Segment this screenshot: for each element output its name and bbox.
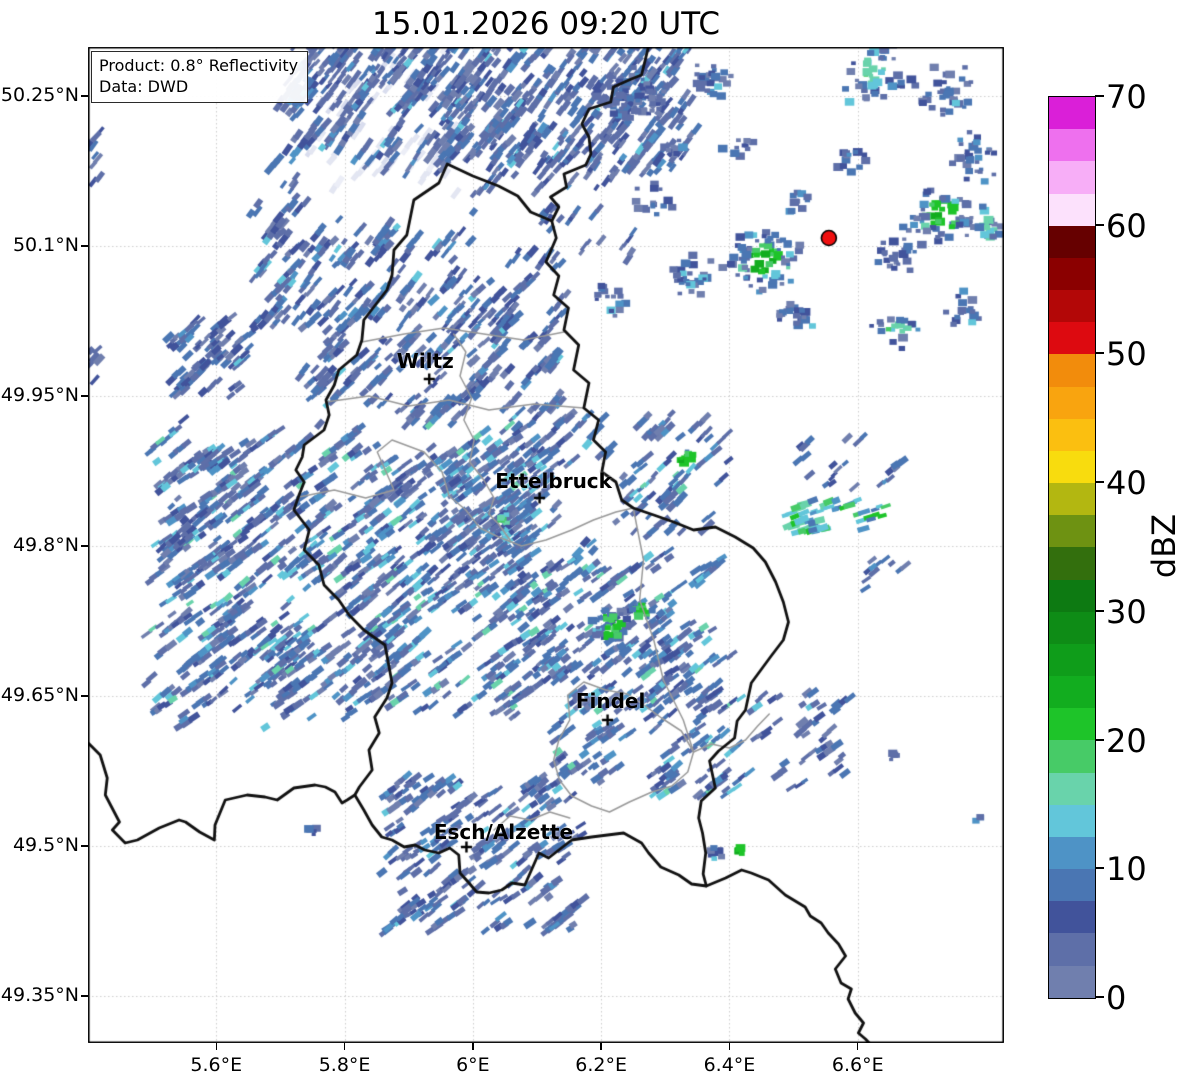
colorbar-segment	[1049, 290, 1095, 323]
colorbar-tick-label: 30	[1106, 592, 1147, 631]
product-info-box: Product: 0.8° Reflectivity Data: DWD	[91, 51, 309, 104]
colorbar-tick	[1095, 609, 1104, 612]
city-label-findel: Findel	[575, 689, 646, 713]
colorbar-tick	[1095, 867, 1104, 870]
y-tick-label: 49.35°N	[0, 984, 79, 1006]
y-tick-label: 49.65°N	[0, 684, 79, 706]
colorbar-tick	[1095, 996, 1104, 998]
x-tick-label: 5.8°E	[318, 1054, 371, 1076]
x-axis-tick	[600, 1043, 602, 1050]
x-axis-tick	[728, 1043, 731, 1050]
x-axis-tick	[472, 1043, 474, 1050]
y-axis-tick	[81, 995, 88, 997]
colorbar-segment	[1049, 676, 1095, 709]
colorbar-segment	[1049, 772, 1095, 805]
colorbar-segment	[1049, 322, 1095, 355]
y-axis-tick	[81, 545, 88, 547]
y-axis-tick	[81, 245, 88, 247]
radar-map-canvas	[88, 47, 1004, 1043]
colorbar-segment	[1049, 708, 1095, 741]
colorbar-segment	[1049, 804, 1095, 837]
product-label: Product: 0.8° Reflectivity	[99, 56, 299, 75]
colorbar-segment	[1049, 483, 1095, 516]
y-tick-label: 49.95°N	[0, 384, 79, 406]
colorbar-tick-label: 40	[1106, 464, 1147, 503]
colorbar-tick	[1095, 352, 1104, 355]
y-tick-label: 49.5°N	[12, 834, 79, 856]
colorbar-tick-label: 20	[1106, 721, 1147, 760]
colorbar-segment	[1049, 257, 1095, 291]
colorbar-segment	[1049, 965, 1095, 998]
y-axis-tick	[81, 395, 88, 397]
colorbar-segment	[1049, 354, 1095, 387]
x-tick-label: 6°E	[456, 1054, 490, 1076]
radar-figure: 15.01.2026 09:20 UTC Product: 0.8° Refle…	[0, 0, 1184, 1081]
colorbar-tick-label: 60	[1106, 206, 1147, 245]
data-source-label: Data: DWD	[99, 77, 189, 97]
x-tick-label: 5.6°E	[190, 1054, 243, 1076]
colorbar-segment	[1049, 386, 1095, 419]
x-tick-label: 6.6°E	[831, 1054, 884, 1076]
colorbar-segment	[1049, 97, 1095, 130]
city-label-wiltz: Wiltz	[396, 349, 454, 373]
colorbar-segment	[1049, 161, 1095, 194]
x-tick-label: 6.4°E	[703, 1054, 756, 1076]
y-axis-tick	[81, 95, 88, 97]
y-tick-label: 50.25°N	[0, 84, 79, 106]
y-axis-tick	[81, 845, 88, 847]
colorbar-segment	[1049, 869, 1095, 902]
colorbar-segment	[1049, 515, 1095, 548]
city-label-ettelbruck: Ettelbruck	[495, 469, 612, 493]
colorbar-segment	[1049, 643, 1095, 677]
colorbar-tick-label: 50	[1106, 335, 1147, 374]
colorbar-tick	[1095, 223, 1104, 226]
colorbar-axis-label: dBZ	[1145, 513, 1183, 579]
colorbar-segment	[1049, 225, 1095, 258]
colorbar-segment	[1049, 547, 1095, 580]
x-tick-label: 6.2°E	[575, 1054, 628, 1076]
colorbar-segment	[1049, 579, 1095, 612]
colorbar-segment	[1049, 611, 1095, 644]
colorbar-segment	[1049, 836, 1095, 870]
colorbar-tick-label: 10	[1106, 850, 1147, 889]
colorbar-tick	[1095, 95, 1104, 97]
colorbar-segment	[1049, 933, 1095, 966]
y-tick-label: 50.1°N	[12, 234, 79, 256]
y-tick-label: 49.8°N	[12, 534, 79, 556]
colorbar-tick-label: 0	[1106, 979, 1127, 1017]
colorbar-segment	[1049, 418, 1095, 451]
x-axis-tick	[343, 1043, 346, 1050]
colorbar-tick-label: 70	[1106, 78, 1147, 116]
x-axis-tick	[857, 1043, 859, 1050]
x-axis-tick	[215, 1043, 217, 1050]
page-title: 15.01.2026 09:20 UTC	[372, 6, 720, 42]
colorbar-segment	[1049, 901, 1095, 934]
city-label-esch-alzette: Esch/Alzette	[433, 820, 574, 844]
y-axis-tick	[81, 695, 88, 697]
colorbar-tick	[1095, 481, 1104, 484]
colorbar-segment	[1049, 129, 1095, 162]
colorbar-segment	[1049, 740, 1095, 773]
colorbar-segment	[1049, 450, 1095, 484]
colorbar-segment	[1049, 193, 1095, 226]
colorbar	[1048, 96, 1096, 999]
colorbar-tick	[1095, 738, 1104, 741]
